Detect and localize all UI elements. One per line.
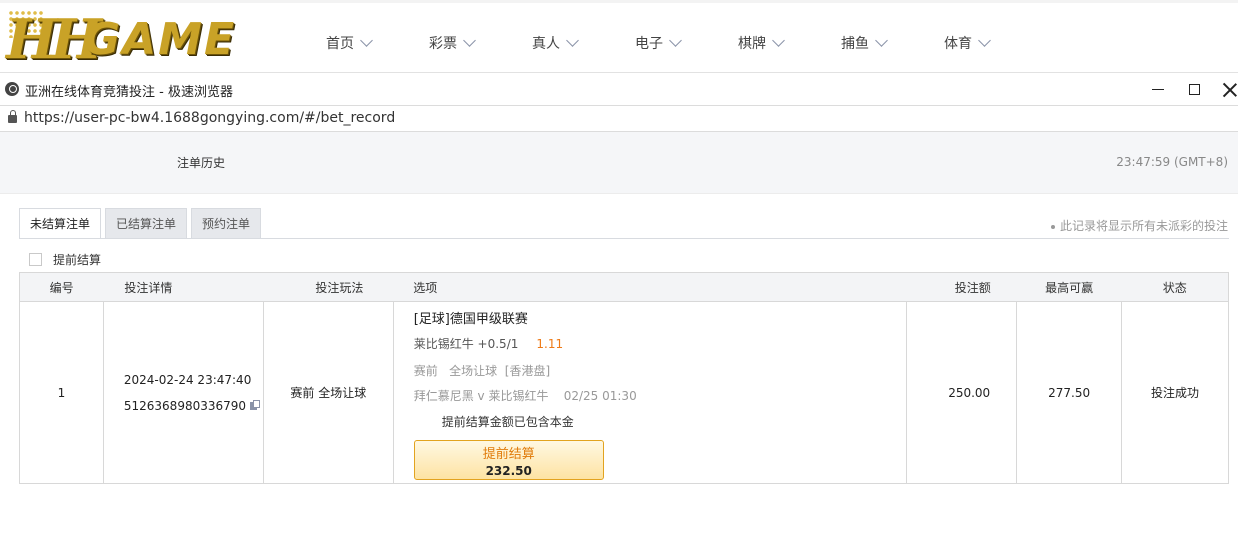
table-header-row: 编号 投注详情 投注玩法 选项 投注额 最高可赢 状态 xyxy=(19,272,1229,302)
cashout-label: 提前结算 xyxy=(482,446,535,462)
nav-label: 彩票 xyxy=(429,36,457,52)
cashout-button[interactable]: 提前结算 232.50 xyxy=(413,439,604,480)
page-header: 注单历史 23:47:59 (GMT+8) xyxy=(0,132,1238,194)
nav-item-sports[interactable]: 体育 xyxy=(944,31,1047,55)
chevron-down-icon xyxy=(772,34,785,47)
chevron-down-icon xyxy=(360,34,373,47)
minimize-button[interactable] xyxy=(1138,73,1178,106)
tab-reserved[interactable]: 预约注单 xyxy=(191,208,262,239)
chevron-down-icon xyxy=(978,34,991,47)
lock-icon xyxy=(8,110,17,123)
record-tabs: 未结算注单 已结算注单 预约注单 xyxy=(19,208,265,239)
server-clock: 23:47:59 (GMT+8) xyxy=(1116,155,1228,169)
site-header: HH GAME 首页 彩票 真人 电子 棋牌 捕鱼 体育 xyxy=(0,0,1238,72)
chevron-down-icon xyxy=(875,34,888,47)
site-logo[interactable]: HH GAME xyxy=(6,8,268,70)
nav-label: 真人 xyxy=(532,36,560,52)
nav-label: 捕鱼 xyxy=(841,36,869,52)
col-header-selection: 选项 xyxy=(393,272,907,302)
logo-hh: HH xyxy=(6,7,102,71)
cell-no: 1 xyxy=(19,301,104,484)
address-bar[interactable]: https://user-pc-bw4.1688gongying.com/#/b… xyxy=(0,105,1238,132)
main-nav: 首页 彩票 真人 电子 棋牌 捕鱼 体育 xyxy=(326,31,1047,55)
info-note: 此记录将显示所有未派彩的投注 xyxy=(1050,217,1228,234)
cell-selection: [足球]德国甲级联赛 莱比锡红牛 +0.5/1 1.11 赛前 全场让球 [香港盘… xyxy=(392,301,908,484)
minimize-icon xyxy=(1152,89,1164,90)
cell-status: 投注成功 xyxy=(1121,301,1229,484)
nav-label: 棋牌 xyxy=(738,36,766,52)
window-titlebar: 亚洲在线体育竞猜投注 - 极速浏览器 xyxy=(0,72,1238,105)
order-id: 5126368980336790 xyxy=(123,398,247,413)
odds-value: 1.11 xyxy=(536,336,564,351)
match-info: 拜仁慕尼黑 v 莱比锡红牛 02/25 01:30 xyxy=(413,388,637,403)
nav-label: 体育 xyxy=(944,36,972,52)
nav-item-lottery[interactable]: 彩票 xyxy=(429,31,532,55)
chevron-down-icon xyxy=(566,34,579,47)
pick-text: 莱比锡红牛 +0.5/1 xyxy=(413,336,519,351)
note-text: 此记录将显示所有未派彩的投注 xyxy=(1059,219,1228,233)
tab-divider xyxy=(19,238,1229,239)
league-name: [足球]德国甲级联赛 xyxy=(413,311,528,327)
maximize-button[interactable] xyxy=(1174,73,1214,106)
market-meta: 赛前 全场让球 [香港盘] xyxy=(413,363,551,378)
logo-game: GAME xyxy=(84,14,237,65)
order-id-line: 5126368980336790 xyxy=(124,399,262,413)
close-button[interactable] xyxy=(1210,73,1238,106)
copy-icon[interactable] xyxy=(250,399,261,411)
cell-stake: 250.00 xyxy=(906,301,1018,484)
url-text[interactable]: https://user-pc-bw4.1688gongying.com/#/b… xyxy=(24,110,395,126)
nav-label: 首页 xyxy=(326,36,354,52)
nav-item-home[interactable]: 首页 xyxy=(326,31,429,55)
nav-item-live-casino[interactable]: 真人 xyxy=(532,31,635,55)
col-header-play: 投注玩法 xyxy=(263,272,394,302)
nav-item-slots[interactable]: 电子 xyxy=(635,31,738,55)
nav-label: 电子 xyxy=(635,36,663,52)
col-header-status: 状态 xyxy=(1121,272,1229,302)
window-title: 亚洲在线体育竞猜投注 - 极速浏览器 xyxy=(25,85,233,100)
bet-time: 2024-02-24 23:47:40 xyxy=(123,372,252,387)
early-settle-filter[interactable]: 提前结算 xyxy=(29,251,101,268)
col-header-no: 编号 xyxy=(19,272,104,302)
early-settle-checkbox[interactable] xyxy=(29,253,42,266)
col-header-stake: 投注额 xyxy=(906,272,1017,302)
tab-unsettled[interactable]: 未结算注单 xyxy=(19,208,102,239)
maximize-icon xyxy=(1188,84,1200,95)
chevron-down-icon xyxy=(463,34,476,47)
bet-records-table: 编号 投注详情 投注玩法 选项 投注额 最高可赢 状态 1 2024-02-24… xyxy=(19,272,1229,484)
cell-max-win: 277.50 xyxy=(1016,301,1123,484)
principal-note: 提前结算金额已包含本金 xyxy=(441,414,574,429)
cashout-amount: 232.50 xyxy=(485,463,532,478)
bullet-icon xyxy=(1050,224,1055,229)
table-row: 1 2024-02-24 23:47:40 5126368980336790 赛… xyxy=(19,301,1229,484)
browser-icon xyxy=(5,82,19,96)
nav-item-chess-cards[interactable]: 棋牌 xyxy=(738,31,841,55)
col-header-details: 投注详情 xyxy=(103,272,264,302)
cell-play: 赛前 全场让球 xyxy=(262,301,394,484)
cell-details: 2024-02-24 23:47:40 5126368980336790 xyxy=(102,301,264,484)
pick-line: 莱比锡红牛 +0.5/1 1.11 xyxy=(414,335,906,352)
nav-item-fishing[interactable]: 捕鱼 xyxy=(841,31,944,55)
early-settle-label: 提前结算 xyxy=(53,253,102,267)
close-icon xyxy=(1223,83,1237,97)
chevron-down-icon xyxy=(669,34,682,47)
page-title: 注单历史 xyxy=(177,156,226,170)
col-header-max-win: 最高可赢 xyxy=(1016,272,1122,302)
tab-settled[interactable]: 已结算注单 xyxy=(105,208,188,239)
